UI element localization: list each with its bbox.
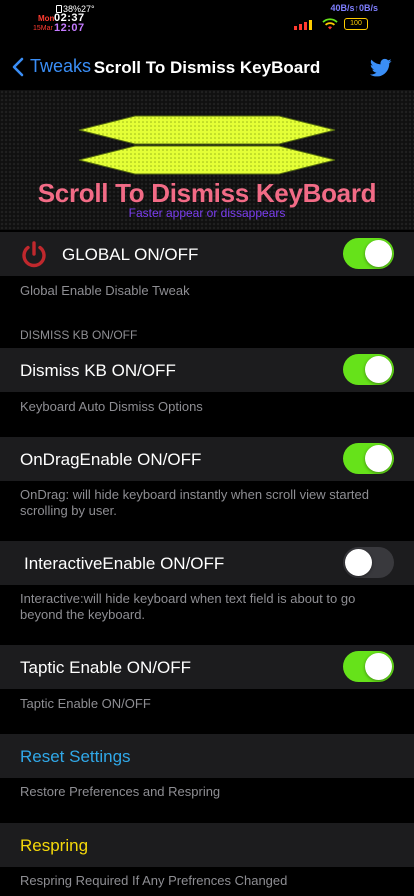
banner-subtitle: Faster appear or dissappears xyxy=(128,206,286,220)
dismiss-section-header: DISMISS KB ON/OFF xyxy=(20,328,138,342)
chevron-logo-icon xyxy=(78,115,336,175)
network-speed: 40B/s↑0B/s xyxy=(330,3,378,13)
back-label: Tweaks xyxy=(30,56,92,76)
taptic-row: Taptic Enable ON/OFF xyxy=(0,645,414,689)
dismiss-kb-footer: Keyboard Auto Dismiss Options xyxy=(20,399,203,414)
battery-icon: 100 xyxy=(344,18,368,30)
respring-footer: Respring Required If Any Prefrences Chan… xyxy=(20,873,288,888)
back-button[interactable]: Tweaks xyxy=(12,56,91,77)
status-left: 38%27° Mon 02:37 15Mar 12:07 xyxy=(33,4,98,34)
toggle-knob xyxy=(365,356,392,383)
toggle-knob xyxy=(365,653,392,680)
navigation-bar: Tweaks Scroll To Dismiss KeyBoard xyxy=(0,44,414,90)
page-title-text: Scroll To Dismiss KeyBoard xyxy=(93,58,321,77)
status-time-alt: 12:07 xyxy=(54,22,85,34)
ondrag-row: OnDragEnable ON/OFF xyxy=(0,437,414,481)
interactive-label: InteractiveEnable ON/OFF xyxy=(24,554,225,573)
twitter-icon[interactable] xyxy=(370,58,392,78)
toggle-knob xyxy=(365,445,392,472)
power-icon xyxy=(22,241,46,268)
header-banner: Scroll To Dismiss KeyBoard Faster appear… xyxy=(0,90,414,230)
toggle-knob xyxy=(345,549,372,576)
taptic-footer: Taptic Enable ON/OFF xyxy=(20,696,151,711)
interactive-footer: Interactive:will hide keyboard when text… xyxy=(20,591,356,622)
respring-row[interactable]: Respring xyxy=(0,823,414,867)
dismiss-kb-switch[interactable] xyxy=(343,354,394,385)
interactive-switch[interactable] xyxy=(343,547,394,578)
ondrag-label: OnDragEnable ON/OFF xyxy=(20,450,202,469)
chevron-left-icon xyxy=(12,57,24,76)
toggle-knob xyxy=(365,240,392,267)
taptic-switch[interactable] xyxy=(343,651,394,682)
banner-title: Scroll To Dismiss KeyBoard xyxy=(37,178,377,208)
global-toggle-footer: Global Enable Disable Tweak xyxy=(20,283,190,298)
ondrag-footer: OnDrag: will hide keyboard instantly whe… xyxy=(20,487,369,518)
taptic-label: Taptic Enable ON/OFF xyxy=(20,658,192,677)
global-toggle-switch[interactable] xyxy=(343,238,394,269)
reset-settings-button[interactable]: Reset Settings xyxy=(20,747,131,767)
global-toggle-label: GLOBAL ON/OFF xyxy=(62,245,199,264)
dismiss-kb-row: Dismiss KB ON/OFF xyxy=(0,348,414,392)
respring-button[interactable]: Respring xyxy=(20,836,88,856)
reset-settings-footer: Restore Preferences and Respring xyxy=(20,784,221,799)
interactive-row: InteractiveEnable ON/OFF xyxy=(0,541,414,585)
status-right: 40B/s↑0B/s 100 xyxy=(288,3,388,33)
reset-settings-row[interactable]: Reset Settings xyxy=(0,734,414,778)
status-date: 15Mar xyxy=(33,25,53,32)
dismiss-kb-label: Dismiss KB ON/OFF xyxy=(20,361,176,380)
wifi-icon xyxy=(322,18,338,30)
global-toggle-row: GLOBAL ON/OFF xyxy=(0,232,414,276)
status-day: Mon xyxy=(38,14,55,23)
status-bar: 38%27° Mon 02:37 15Mar 12:07 40B/s↑0B/s … xyxy=(0,0,414,44)
cellular-signal-icon xyxy=(294,19,312,30)
ondrag-switch[interactable] xyxy=(343,443,394,474)
